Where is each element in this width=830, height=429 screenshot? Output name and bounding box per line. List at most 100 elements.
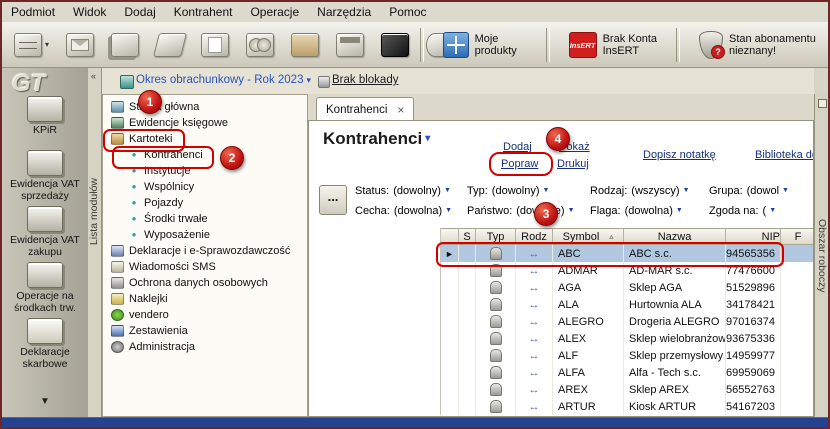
contractor-icon <box>490 349 502 362</box>
moje-produkty-button[interactable]: Moje produkty <box>438 29 532 61</box>
more-modules-icon[interactable]: ▼ <box>2 396 88 407</box>
menu-item-0[interactable]: Podmiot <box>2 5 64 19</box>
subscription-label: Stan abonamentu nieznany! <box>729 33 817 57</box>
chevron-down-icon[interactable]: ▾ <box>45 40 49 49</box>
tab-close-icon[interactable]: × <box>397 103 404 117</box>
tab-kontrahenci[interactable]: Kontrahenci × <box>316 97 414 121</box>
module-item-2[interactable]: Ewidencja VAT zakupu <box>2 206 88 258</box>
dropdown-arrow-icon[interactable]: ▼ <box>445 207 452 214</box>
filter-label: Typ: <box>467 185 488 197</box>
table-row[interactable]: ↔ALFSklep przemysłowy ALF414959977 <box>441 347 814 364</box>
tree-item-label: Naklejki <box>129 293 168 305</box>
insert-account-button[interactable]: InsERT Brak Konta InsERT <box>564 29 662 61</box>
table-row[interactable]: ↔ALAHurtownia ALA134178421 <box>441 296 814 313</box>
toolbar-button-cabinet[interactable]: ▾ <box>10 29 53 61</box>
cell-nazwa: Drogeria ALEGRO <box>624 313 726 330</box>
dropdown-arrow-icon[interactable]: ▼ <box>444 187 451 194</box>
tree-item-13[interactable]: vendero <box>103 307 307 323</box>
tree-item-14[interactable]: Zestawienia <box>103 323 307 339</box>
cell-rodz: ↔ <box>516 296 553 313</box>
tree-item-label: Ewidencje księgowe <box>129 117 228 129</box>
module-item-1[interactable]: Ewidencja VAT sprzedaży <box>2 150 88 202</box>
toolbar-separator <box>676 28 680 62</box>
action-biblioteka[interactable]: Biblioteka dok <box>755 149 814 161</box>
table-row[interactable]: ↔ARTURKiosk ARTUR154167203 <box>441 398 814 415</box>
cube-icon <box>381 33 409 57</box>
filter-value[interactable]: (dowolna) <box>394 205 442 217</box>
table-row[interactable]: ↔ALFAAlfa - Tech s.c.569959069 <box>441 364 814 381</box>
tree-item-12[interactable]: Naklejki <box>103 291 307 307</box>
cell-nip: 793675336 <box>726 330 781 347</box>
tree-item-0[interactable]: Strona główna <box>103 99 307 115</box>
menu-item-4[interactable]: Operacje <box>241 5 308 19</box>
bottom-bar <box>2 417 828 428</box>
toolbar-button-notebook[interactable] <box>197 29 233 61</box>
collapse-icon[interactable]: « <box>91 71 96 81</box>
action-dopisz-notatke[interactable]: Dopisz notatkę <box>643 149 716 161</box>
menu-item-6[interactable]: Pomoc <box>380 5 435 19</box>
module-item-0[interactable]: KPiR <box>2 96 88 137</box>
filter-value[interactable]: (dowolny) <box>393 185 441 197</box>
workspace-strip-label: Obszar roboczy <box>816 219 828 293</box>
modules-collapse-strip[interactable]: « Lista modułów <box>88 68 102 417</box>
filter-value[interactable]: (dowol <box>747 185 779 197</box>
module-icon <box>27 318 63 344</box>
cell-f <box>781 262 814 279</box>
table-row[interactable]: ↔AGASklep AGA351529896 <box>441 279 814 296</box>
dropdown-arrow-icon[interactable]: ▼ <box>542 187 549 194</box>
menu-item-5[interactable]: Narzędzia <box>308 5 380 19</box>
action-drukuj[interactable]: Drukuj <box>557 158 589 170</box>
column-header-f[interactable]: F <box>781 229 814 244</box>
workspace-strip[interactable]: Obszar roboczy <box>814 94 828 417</box>
toolbar-button-mail[interactable] <box>62 29 98 61</box>
toolbar-right-group: Moje produkty InsERT Brak Konta InsERT ?… <box>414 22 822 68</box>
tree-item-11[interactable]: Ochrona danych osobowych <box>103 275 307 291</box>
menu-item-2[interactable]: Dodaj <box>115 5 164 19</box>
chart-icon <box>111 325 124 337</box>
dropdown-arrow-icon[interactable]: ▼ <box>676 207 683 214</box>
tree-item-8[interactable]: •Wyposażenie <box>103 227 307 243</box>
lock-status-link[interactable]: Brak blokady <box>332 74 398 86</box>
contractor-icon <box>490 366 502 379</box>
cell-symbol: AREX <box>553 381 624 398</box>
toolbar-button-disk[interactable] <box>332 29 368 61</box>
tree-item-7[interactable]: •Środki trwałe <box>103 211 307 227</box>
cell-typ <box>476 347 516 364</box>
filter-value[interactable]: (dowolna) <box>625 205 673 217</box>
toolbar-button-package[interactable] <box>287 29 323 61</box>
cell-nazwa: Hurtownia ALA <box>624 296 726 313</box>
menu-item-1[interactable]: Widok <box>64 5 115 19</box>
cell-rodz: ↔ <box>516 364 553 381</box>
more-filters-button[interactable]: ... <box>319 185 347 215</box>
tree-item-10[interactable]: Wiadomości SMS <box>103 259 307 275</box>
annotation-badge-2: 2 <box>220 146 244 170</box>
table-row[interactable]: ↔ALEXSklep wielobranżowy ALE793675336 <box>441 330 814 347</box>
accounting-period-link[interactable]: Okres obrachunkowy - Rok 2023▾ <box>136 74 311 86</box>
table-row[interactable]: ↔ALEGRODrogeria ALEGRO297016374 <box>441 313 814 330</box>
toolbar-button-ledger[interactable] <box>107 29 143 61</box>
toolbar-button-eraser[interactable] <box>152 29 188 61</box>
filter-value[interactable]: ( <box>763 205 767 217</box>
tree-item-6[interactable]: •Pojazdy <box>103 195 307 211</box>
cell-rodz: ↔ <box>516 330 553 347</box>
dropdown-arrow-icon[interactable]: ▼ <box>782 187 789 194</box>
title-dropdown-icon[interactable]: ▾ <box>425 133 430 144</box>
filter-value[interactable]: (wszyscy) <box>631 185 679 197</box>
subscription-status-button[interactable]: ? Stan abonamentu nieznany! <box>694 28 822 62</box>
module-icon <box>27 96 63 122</box>
cell-sel <box>441 330 459 347</box>
dropdown-arrow-icon[interactable]: ▼ <box>769 207 776 214</box>
tree-item-9[interactable]: Deklaracje i e-Sprawozdawczość <box>103 243 307 259</box>
filter-3: Grupa:(dowol▼ <box>709 183 789 198</box>
table-row[interactable]: ↔AREXSklep AREX656552763 <box>441 381 814 398</box>
dropdown-arrow-icon[interactable]: ▼ <box>568 207 575 214</box>
toolbar-button-coins[interactable] <box>242 29 278 61</box>
filter-value[interactable]: (dowolny) <box>492 185 540 197</box>
menu-item-3[interactable]: Kontrahent <box>165 5 242 19</box>
module-item-3[interactable]: Operacje na środkach trw. <box>2 262 88 314</box>
tree-item-5[interactable]: •Wspólnicy <box>103 179 307 195</box>
tree-item-15[interactable]: Administracja <box>103 339 307 355</box>
toolbar-button-cube[interactable] <box>377 29 413 61</box>
dropdown-arrow-icon[interactable]: ▼ <box>683 187 690 194</box>
module-item-4[interactable]: Deklaracje skarbowe <box>2 318 88 370</box>
